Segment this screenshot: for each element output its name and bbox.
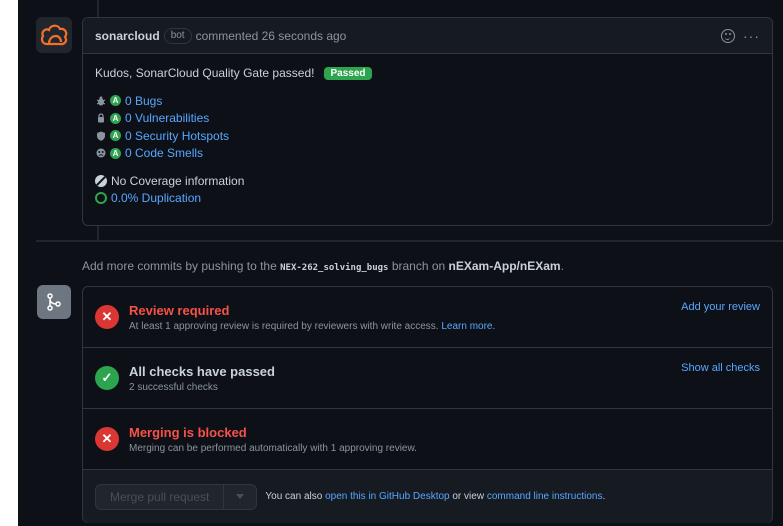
sonarcloud-logo-icon [40, 24, 68, 46]
merge-footer: Merge pull request You can also open thi… [83, 470, 772, 523]
review-required-row: ✕ Review required At least 1 approving r… [83, 287, 772, 348]
learn-more-link[interactable]: Learn more. [441, 321, 495, 332]
comment-timestamp[interactable]: commented 26 seconds ago [196, 29, 347, 43]
merge-status-box: ✕ Review required At least 1 approving r… [82, 286, 773, 523]
duplication-row: 0.0% Duplication [95, 189, 760, 206]
metric-code-smells: A 0 Code Smells [95, 145, 760, 163]
grade-a-icon[interactable]: A [110, 147, 121, 159]
grade-a-icon[interactable]: A [110, 130, 121, 142]
push-hint-prefix: Add more commits by pushing to the [82, 259, 277, 273]
review-required-subtitle: At least 1 approving review is required … [129, 321, 495, 332]
duplication-icon [95, 191, 107, 204]
metric-vulnerabilities: A 0 Vulnerabilities [95, 110, 760, 128]
passed-badge: Passed [324, 66, 372, 80]
footer-prefix: You can also [265, 491, 323, 502]
git-merge-icon [37, 285, 71, 319]
add-your-review-link[interactable]: Add your review [681, 301, 760, 313]
smiley-icon[interactable] [721, 28, 735, 43]
comment-author[interactable]: sonarcloud [95, 29, 160, 43]
push-hint: Add more commits by pushing to the NEX-2… [82, 259, 564, 273]
metric-security-hotspots: A 0 Security Hotspots [95, 127, 760, 145]
coverage-text: No Coverage information [111, 173, 245, 188]
bug-icon [95, 95, 106, 106]
timeline-separator [36, 240, 783, 242]
code-smells-link[interactable]: 0 Code Smells [125, 146, 203, 160]
metrics-list: A 0 Bugs A 0 Vulnerabilities A 0 Securit… [95, 92, 760, 162]
review-required-title: Review required [129, 302, 230, 318]
merge-footer-text: You can also open this in GitHub Desktop… [265, 491, 605, 502]
comment-body: Kudos, SonarCloud Quality Gate passed! P… [83, 54, 772, 206]
merging-blocked-row: ✕ Merging is blocked Merging can be perf… [83, 409, 772, 470]
chevron-down-icon [236, 493, 245, 499]
sonarcloud-avatar[interactable] [36, 17, 72, 53]
metric-bugs: A 0 Bugs [95, 92, 760, 110]
bugs-link[interactable]: 0 Bugs [125, 94, 162, 108]
kebab-horizontal-icon[interactable]: ··· [743, 28, 760, 44]
shield-icon [95, 130, 106, 141]
merge-pull-request-button[interactable]: Merge pull request [96, 484, 225, 509]
branch-name[interactable]: NEX-262_solving_bugs [280, 263, 388, 273]
bot-comment: sonarcloud bot commented 26 seconds ago … [82, 17, 773, 226]
x-circle-icon: ✕ [95, 305, 119, 329]
quality-gate-message: Kudos, SonarCloud Quality Gate passed! [95, 66, 315, 80]
grade-a-icon[interactable]: A [110, 95, 121, 107]
x-circle-icon: ✕ [95, 427, 119, 451]
checks-passed-subtitle: 2 successful checks [129, 381, 218, 393]
footer-middle: or view [452, 491, 485, 502]
vulnerabilities-link[interactable]: 0 Vulnerabilities [125, 111, 209, 125]
repo-name[interactable]: nEXam-App/nEXam [449, 259, 561, 273]
coverage-row: No Coverage information [95, 172, 760, 189]
code-smell-icon [95, 148, 106, 159]
security-hotspots-link[interactable]: 0 Security Hotspots [125, 129, 229, 143]
push-hint-suffix: . [560, 259, 564, 273]
command-line-instructions-link[interactable]: command line instructions [487, 491, 603, 502]
pr-timeline: sonarcloud bot commented 26 seconds ago … [18, 0, 783, 526]
review-required-text: At least 1 approving review is required … [129, 320, 439, 332]
show-all-checks-link[interactable]: Show all checks [681, 362, 760, 374]
push-hint-middle: branch on [391, 259, 446, 273]
bot-badge: bot [163, 27, 192, 44]
grade-a-icon[interactable]: A [110, 112, 121, 124]
merging-blocked-title: Merging is blocked [129, 424, 247, 440]
duplication-link[interactable]: 0.0% Duplication [111, 191, 201, 205]
merging-blocked-subtitle: Merging can be performed automatically w… [129, 442, 417, 454]
checks-passed-row: ✓ All checks have passed 2 successful ch… [83, 348, 772, 409]
comment-header: sonarcloud bot commented 26 seconds ago … [83, 18, 772, 54]
coverage-section: No Coverage information 0.0% Duplication [95, 172, 760, 206]
check-circle-icon: ✓ [95, 366, 119, 390]
merge-button-group: Merge pull request [95, 483, 258, 510]
lock-icon [95, 113, 106, 124]
footer-suffix: . [602, 491, 606, 502]
no-coverage-icon [95, 174, 107, 187]
merge-options-dropdown[interactable] [224, 485, 256, 509]
open-in-desktop-link[interactable]: open this in GitHub Desktop [325, 491, 450, 502]
checks-passed-title: All checks have passed [129, 363, 275, 379]
